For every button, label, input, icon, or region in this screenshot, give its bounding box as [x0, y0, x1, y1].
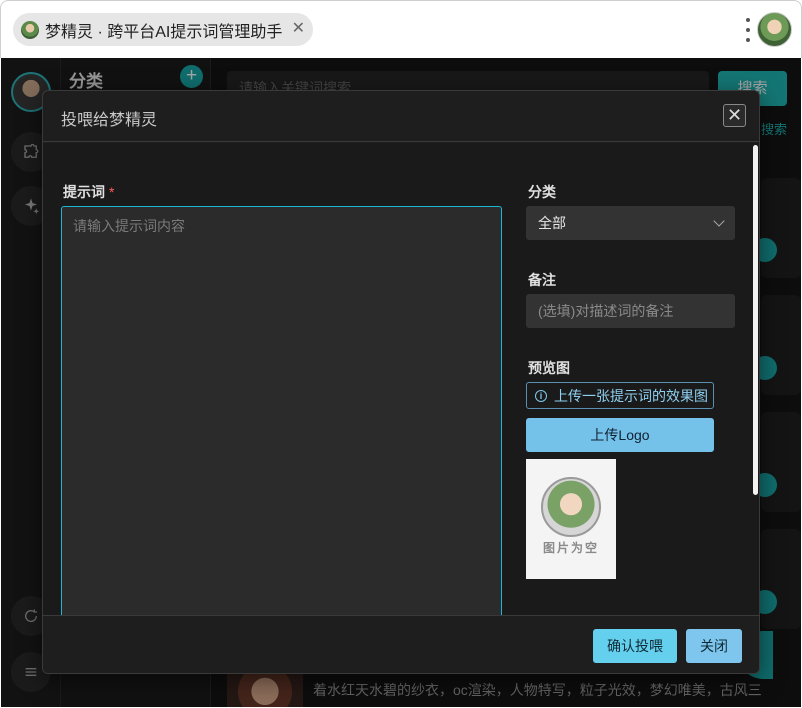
upload-hint-text: 上传一张提示词的效果图 — [554, 387, 708, 404]
category-label: 分类 — [528, 184, 556, 200]
prompt-label: 提示词 * — [63, 182, 114, 202]
prompt-label-text: 提示词 — [63, 184, 105, 200]
favicon-icon — [21, 20, 39, 39]
browser-chrome: 梦精灵 · 跨平台AI提示词管理助手 ✕ — [0, 0, 802, 58]
upload-hint: i 上传一张提示词的效果图 — [526, 382, 714, 409]
note-label: 备注 — [528, 272, 556, 288]
upload-logo-button[interactable]: 上传Logo — [526, 418, 714, 452]
kebab-menu-icon[interactable] — [745, 18, 751, 42]
preview-image: 图片为空 — [526, 459, 616, 579]
tab-title: 梦精灵 · 跨平台AI提示词管理助手 — [45, 23, 283, 41]
preview-label: 预览图 — [528, 360, 570, 376]
dialog-scrollbar[interactable] — [753, 145, 758, 495]
preview-empty-text: 图片为空 — [542, 541, 599, 555]
confirm-feed-button[interactable]: 确认投喂 — [593, 629, 677, 663]
note-input[interactable] — [526, 294, 735, 328]
info-icon: i — [535, 389, 547, 402]
elf-logo-icon — [541, 477, 601, 537]
prompt-textarea[interactable] — [61, 206, 502, 615]
category-select[interactable]: 全部 — [526, 206, 735, 240]
dialog-footer: 确认投喂 关闭 — [43, 615, 759, 673]
dialog-header: 投喂给梦精灵 ✕ — [43, 91, 759, 142]
dialog-close-icon[interactable]: ✕ — [723, 104, 746, 127]
tab-close-icon[interactable]: ✕ — [292, 20, 305, 38]
dialog-body: 提示词* 分类 全部 备注 预览图 i 上传一张提示词的效果图 上传Logo 图… — [43, 143, 759, 615]
category-select-value: 全部 — [538, 215, 566, 231]
dialog-title: 投喂给梦精灵 — [61, 112, 158, 129]
profile-avatar[interactable] — [757, 12, 792, 47]
close-button[interactable]: 关闭 — [686, 629, 742, 663]
feed-dialog: 投喂给梦精灵 ✕ 提示词* 分类 全部 备注 预览图 i 上传一张提示词的效果图… — [42, 90, 760, 674]
required-mark: * — [109, 184, 115, 200]
chevron-down-icon — [713, 215, 725, 227]
browser-tab[interactable]: 梦精灵 · 跨平台AI提示词管理助手 ✕ — [13, 13, 313, 46]
